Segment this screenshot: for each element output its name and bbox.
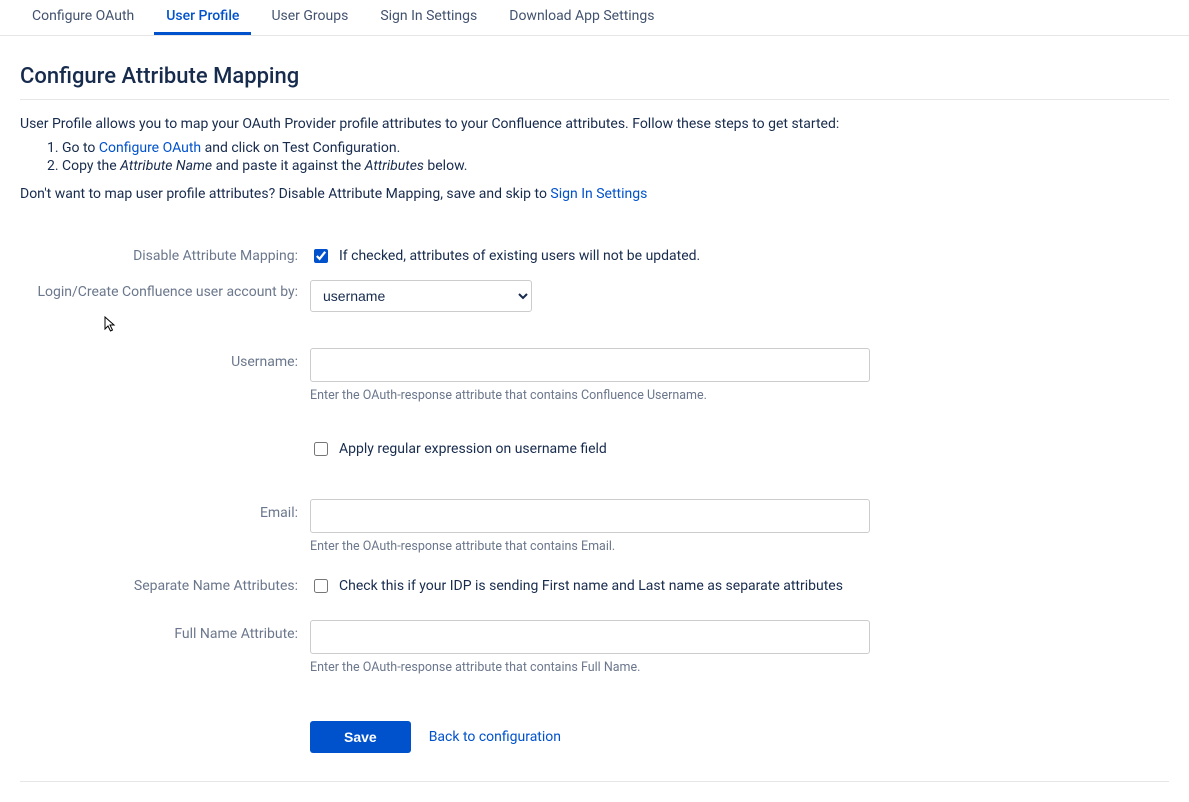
back-to-configuration-link[interactable]: Back to configuration (429, 729, 561, 745)
username-input[interactable] (310, 348, 870, 382)
disable-mapping-text: If checked, attributes of existing users… (339, 248, 700, 264)
attribute-mapping-form: Disable Attribute Mapping: If checked, a… (20, 242, 920, 771)
steps-list: Go to Configure OAuth and click on Test … (20, 140, 1169, 174)
email-label: Email: (20, 499, 310, 521)
disable-mapping-label: Disable Attribute Mapping: (20, 242, 310, 264)
disable-mapping-checkbox[interactable] (314, 249, 328, 263)
separate-name-label: Separate Name Attributes: (20, 572, 310, 594)
login-by-label: Login/Create Confluence user account by: (20, 280, 310, 300)
separate-name-text: Check this if your IDP is sending First … (339, 578, 843, 594)
full-name-help: Enter the OAuth-response attribute that … (310, 660, 870, 675)
tab-configure-oauth[interactable]: Configure OAuth (20, 0, 146, 35)
regex-checkbox[interactable] (314, 442, 328, 456)
separate-name-checkbox[interactable] (314, 579, 328, 593)
username-help: Enter the OAuth-response attribute that … (310, 388, 870, 403)
full-name-input[interactable] (310, 620, 870, 654)
configure-oauth-link[interactable]: Configure OAuth (99, 140, 201, 156)
sign-in-settings-link[interactable]: Sign In Settings (550, 186, 647, 202)
step-2: Copy the Attribute Name and paste it aga… (62, 158, 1169, 174)
save-button[interactable]: Save (310, 721, 411, 753)
email-input[interactable] (310, 499, 870, 533)
skip-text: Don't want to map user profile attribute… (20, 186, 1169, 202)
tab-bar: Configure OAuth User Profile User Groups… (0, 0, 1189, 36)
email-help: Enter the OAuth-response attribute that … (310, 539, 870, 554)
main-content: Configure Attribute Mapping User Profile… (0, 36, 1189, 802)
regex-row[interactable]: Apply regular expression on username fie… (310, 439, 870, 459)
intro-text: User Profile allows you to map your OAut… (20, 116, 1169, 132)
tab-sign-in-settings[interactable]: Sign In Settings (368, 0, 489, 35)
login-by-select[interactable]: username (310, 280, 532, 312)
tab-user-profile[interactable]: User Profile (154, 0, 251, 35)
page-title: Configure Attribute Mapping (20, 64, 1169, 100)
separate-name-row[interactable]: Check this if your IDP is sending First … (310, 576, 870, 596)
step-1: Go to Configure OAuth and click on Test … (62, 140, 1169, 156)
username-label: Username: (20, 348, 310, 370)
full-name-label: Full Name Attribute: (20, 620, 310, 642)
regex-text: Apply regular expression on username fie… (339, 441, 607, 457)
footer-divider (20, 781, 1169, 782)
disable-mapping-row[interactable]: If checked, attributes of existing users… (310, 246, 870, 266)
tab-download-app-settings[interactable]: Download App Settings (497, 0, 666, 35)
tab-user-groups[interactable]: User Groups (259, 0, 360, 35)
